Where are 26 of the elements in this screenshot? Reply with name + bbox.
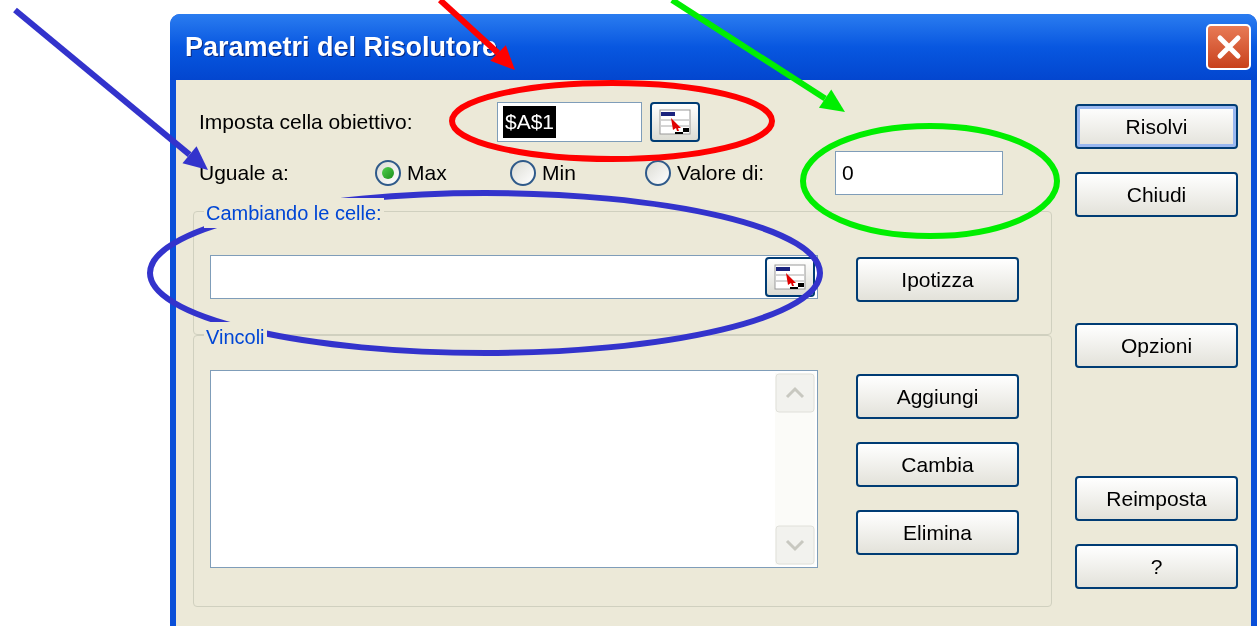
target-value-field[interactable]: 0 [835,150,1003,195]
dialog-button[interactable]: ? [1075,544,1238,589]
radio-button[interactable] [375,159,401,186]
field-label: Imposta cella obiettivo: [199,109,414,136]
radio-label: Min [542,159,576,186]
dialog-button[interactable]: Risolvi [1075,104,1238,149]
close-icon [1215,34,1242,60]
group-title: Cambiando le celle: [204,198,384,228]
changing-cells-field[interactable] [210,255,818,299]
close-button[interactable] [1206,24,1251,70]
field-label: Uguale a: [199,159,290,186]
dialog-button[interactable]: Cambia [856,442,1019,487]
dialog-button[interactable]: Chiudi [1075,172,1238,217]
dialog-button[interactable]: Aggiungi [856,374,1019,419]
radio-button[interactable] [645,159,671,186]
radio-label: Valore di: [677,159,765,186]
dialog-button[interactable]: Ipotizza [856,257,1019,302]
radio-button[interactable] [510,159,536,186]
range-select-button[interactable] [765,257,815,297]
radio-label: Max [407,159,447,186]
dialog-button[interactable]: Reimposta [1075,476,1238,521]
dialog-button[interactable]: Opzioni [1075,323,1238,368]
range-select-button[interactable] [650,102,700,142]
objective-field[interactable]: $A$1 [497,102,642,142]
dialog-button[interactable]: Elimina [856,510,1019,555]
field-value: $A$1 [503,106,557,138]
